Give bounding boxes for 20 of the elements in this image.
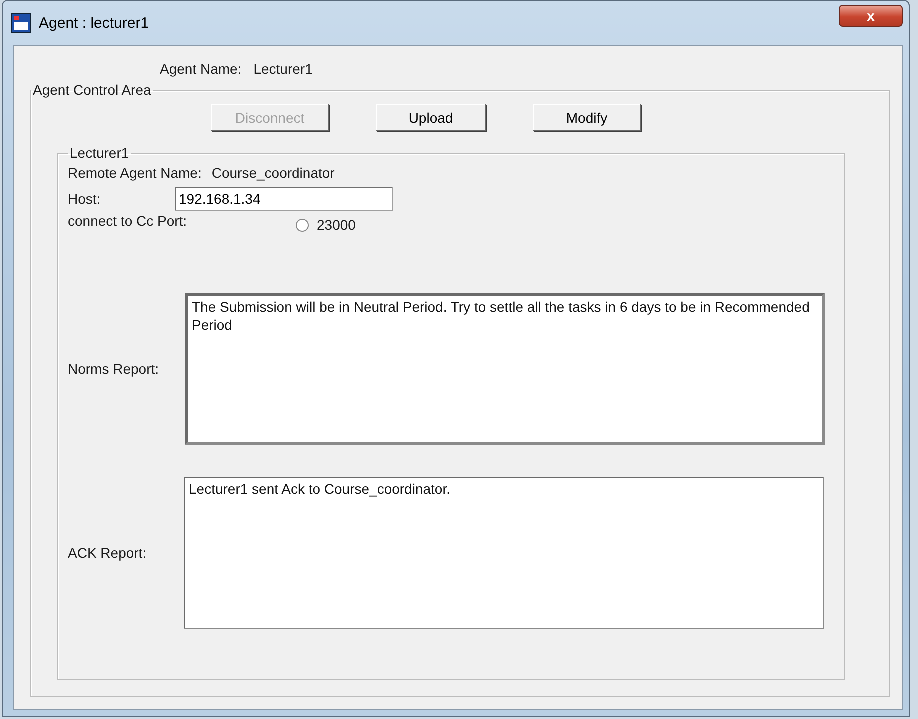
host-label: Host: [68,191,102,207]
norms-report-label: Norms Report: [68,361,160,377]
agent-name-value: Lecturer1 [254,61,313,77]
port-radio[interactable] [296,219,309,232]
modify-button[interactable]: Modify [533,104,641,131]
close-button[interactable]: x [839,5,903,27]
remote-agent-label: Remote Agent Name: [68,165,202,181]
host-field[interactable]: 192.168.1.34 [175,187,393,211]
ack-report-field[interactable]: Lecturer1 sent Ack to Course_coordinator. [184,477,824,629]
app-icon [11,13,31,33]
window-title: Agent : lecturer1 [39,14,150,32]
port-value: 23000 [317,217,356,233]
group-title: Agent Control Area [32,82,152,98]
port-label: connect to Cc Port: [68,213,188,229]
ack-report-label: ACK Report: [68,545,148,561]
agent-name-label: Agent Name: [160,61,242,77]
remote-agent-value: Course_coordinator [212,165,335,181]
upload-button[interactable]: Upload [376,104,486,131]
group-title: Lecturer1 [69,145,130,161]
norms-report-field[interactable]: The Submission will be in Neutral Period. Try to settle all the tasks in 6 days to be in Recommended Period [185,293,825,445]
